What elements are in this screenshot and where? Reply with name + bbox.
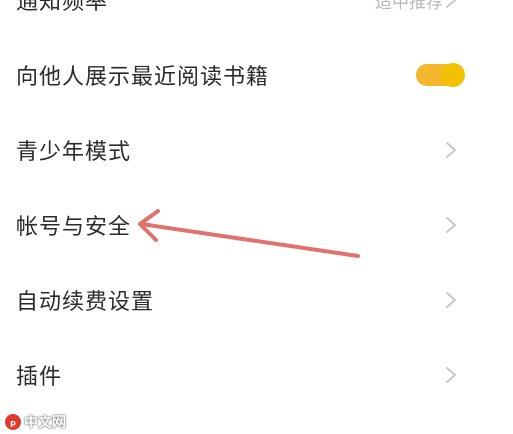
chevron-right-icon [446,142,456,158]
settings-item-label: 青少年模式 [16,140,132,165]
watermark-text: 中文网 [24,414,66,430]
watermark: p 中文网 [4,412,66,432]
chevron-right-icon [446,217,456,233]
settings-item-label: 帐号与安全 [16,215,132,240]
settings-item-show-recent-books: 向他人展示最近阅读书籍 [0,45,513,105]
settings-item-account-security[interactable]: 帐号与安全 [0,195,513,255]
toggle-knob [441,63,465,87]
chevron-right-icon [446,0,456,8]
settings-item-teen-mode[interactable]: 青少年模式 [0,120,513,180]
settings-item-auto-renewal[interactable]: 自动续费设置 [0,270,513,330]
chevron-right-icon [446,367,456,383]
php-logo-icon: p [5,414,21,430]
svg-text:p: p [10,419,16,428]
settings-item-notification-frequency[interactable]: 通知频率 适中推荐 [0,0,513,30]
chevron-right-icon [446,292,456,308]
settings-item-label: 插件 [16,365,63,390]
settings-screen: 通知频率 适中推荐 向他人展示最近阅读书籍 青少年模式 帐号与安全 自动续费设置… [0,0,513,434]
settings-item-label: 自动续费设置 [16,290,155,315]
settings-item-label: 通知频率 [16,0,109,15]
settings-item-plugins[interactable]: 插件 [0,345,513,405]
settings-item-label: 向他人展示最近阅读书籍 [16,65,270,90]
settings-item-value: 适中推荐 [375,0,443,13]
show-recent-books-toggle[interactable] [416,63,465,87]
